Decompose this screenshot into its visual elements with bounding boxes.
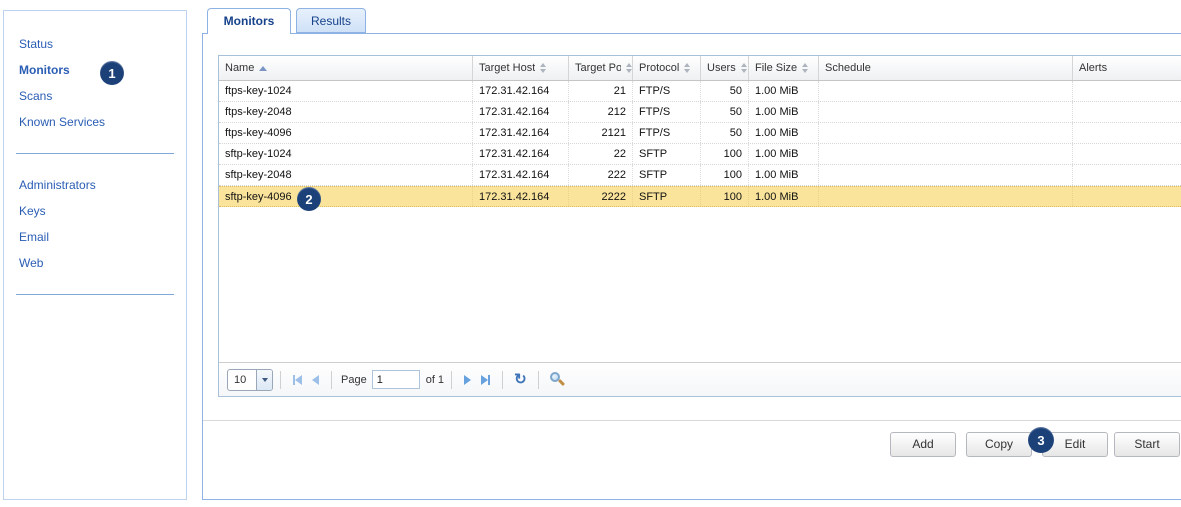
toolbar-separator	[451, 371, 452, 389]
page-count-label: of 1	[426, 374, 444, 386]
sort-both-icon	[626, 63, 632, 73]
column-header-users[interactable]: Users	[701, 56, 749, 80]
footer-divider	[203, 420, 1181, 421]
column-header-target-host[interactable]: Target Host	[473, 56, 569, 80]
tab-results[interactable]: Results	[296, 8, 366, 33]
table-row[interactable]: sftp-key-2048 172.31.42.164 222 SFTP 100…	[219, 165, 1181, 186]
sidebar: Status Monitors Scans Known Services Adm…	[3, 10, 187, 500]
page-label: Page	[341, 374, 367, 386]
table-row[interactable]: ftps-key-2048 172.31.42.164 212 FTP/S 50…	[219, 102, 1181, 123]
sort-both-icon	[684, 63, 690, 73]
last-page-icon[interactable]	[481, 375, 490, 385]
paging-toolbar: 10 Page of 1 ↻	[219, 362, 1181, 396]
column-header-target-port[interactable]: Target Port	[569, 56, 633, 80]
sidebar-item-administrators[interactable]: Administrators	[4, 172, 186, 198]
refresh-icon[interactable]: ↻	[514, 372, 527, 387]
toolbar-separator	[331, 371, 332, 389]
first-page-icon[interactable]	[293, 375, 302, 385]
prev-page-icon[interactable]	[312, 375, 319, 385]
toolbar-separator	[502, 371, 503, 389]
page-size-select[interactable]: 10	[227, 369, 273, 391]
step-badge-3: 3	[1028, 427, 1054, 453]
sidebar-divider	[16, 294, 174, 295]
column-header-protocol[interactable]: Protocol	[633, 56, 701, 80]
add-button[interactable]: Add	[890, 432, 956, 457]
step-badge-2: 2	[297, 187, 321, 211]
sidebar-item-scans[interactable]: Scans	[4, 83, 186, 109]
table-row[interactable]: ftps-key-4096 172.31.42.164 2121 FTP/S 5…	[219, 123, 1181, 144]
sidebar-item-keys[interactable]: Keys	[4, 198, 186, 224]
sort-both-icon	[802, 63, 808, 73]
tab-monitors[interactable]: Monitors	[207, 8, 291, 34]
copy-button[interactable]: Copy	[966, 432, 1032, 457]
app-window: Status Monitors Scans Known Services Adm…	[0, 0, 1181, 507]
toolbar-separator	[538, 371, 539, 389]
sort-both-icon	[540, 63, 546, 73]
chevron-down-icon	[256, 370, 272, 390]
sidebar-item-monitors[interactable]: Monitors	[4, 57, 186, 83]
table-row[interactable]: sftp-key-1024 172.31.42.164 22 SFTP 100 …	[219, 144, 1181, 165]
sidebar-item-email[interactable]: Email	[4, 224, 186, 250]
step-badge-1: 1	[100, 61, 124, 85]
column-header-file-size[interactable]: File Size	[749, 56, 819, 80]
table-row-selected[interactable]: sftp-key-4096 172.31.42.164 2222 SFTP 10…	[219, 186, 1181, 207]
next-page-icon[interactable]	[464, 375, 471, 385]
start-button[interactable]: Start	[1114, 432, 1180, 457]
page-number-input[interactable]	[372, 370, 420, 389]
grid-header: Name Target Host Target Port Protocol Us…	[219, 56, 1181, 81]
sidebar-item-known-services[interactable]: Known Services	[4, 109, 186, 135]
column-header-alerts[interactable]: Alerts	[1073, 56, 1181, 80]
sidebar-divider	[16, 153, 174, 154]
search-icon[interactable]	[550, 372, 565, 387]
sort-asc-icon	[259, 66, 267, 71]
monitors-grid: Name Target Host Target Port Protocol Us…	[218, 55, 1181, 397]
toolbar-separator	[280, 371, 281, 389]
sidebar-item-status[interactable]: Status	[4, 31, 186, 57]
sort-both-icon	[741, 63, 747, 73]
sidebar-item-web[interactable]: Web	[4, 250, 186, 276]
column-header-schedule[interactable]: Schedule	[819, 56, 1073, 80]
column-header-name[interactable]: Name	[219, 56, 473, 80]
table-row[interactable]: ftps-key-1024 172.31.42.164 21 FTP/S 50 …	[219, 81, 1181, 102]
